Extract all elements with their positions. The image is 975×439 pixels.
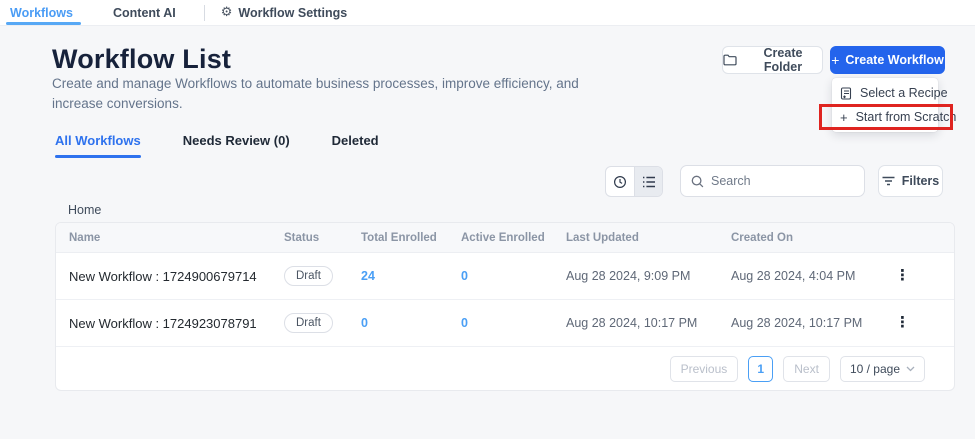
tab-deleted-label: Deleted [332, 133, 379, 148]
topnav-item-workflows[interactable]: Workflows [8, 0, 75, 25]
created-on-value: Aug 28 2024, 10:17 PM [731, 316, 891, 330]
chevron-down-icon [906, 366, 915, 372]
row-actions-kebab-icon[interactable]: ⋮ [895, 268, 910, 283]
search-box [680, 165, 865, 197]
filters-label: Filters [902, 174, 940, 188]
status-badge: Draft [284, 266, 333, 286]
recipe-icon [840, 87, 852, 100]
folder-icon [723, 54, 737, 66]
pagination: Previous 1 Next 10 / page [56, 347, 954, 390]
filters-button[interactable]: Filters [878, 165, 943, 197]
tab-needs-review[interactable]: Needs Review (0) [183, 133, 290, 158]
page-size-select[interactable]: 10 / page [840, 356, 925, 382]
create-workflow-dropdown: Select a Recipe + Start from Scratch [832, 78, 938, 132]
status-badge: Draft [284, 313, 333, 333]
workflow-name-link[interactable]: New Workflow : 1724900679714 [56, 269, 284, 284]
col-header-created-on: Created On [731, 232, 891, 244]
workflow-name-link[interactable]: New Workflow : 1724923078791 [56, 316, 284, 331]
topnav-workflow-settings-label: Workflow Settings [238, 6, 347, 20]
recent-view-button[interactable] [606, 167, 634, 196]
tab-all-workflows-label: All Workflows [55, 133, 141, 148]
page-description: Create and manage Workflows to automate … [52, 74, 592, 113]
active-enrolled-link[interactable]: 0 [461, 316, 468, 330]
filter-icon [882, 176, 895, 186]
create-workflow-label: Create Workflow [845, 53, 943, 67]
search-icon [691, 175, 704, 188]
table-row: New Workflow : 1724923078791 Draft 0 0 A… [56, 300, 954, 347]
page-size-label: 10 / page [850, 362, 900, 376]
start-from-scratch-label: Start from Scratch [856, 110, 957, 124]
create-folder-button[interactable]: Create Folder [722, 46, 823, 74]
workflow-tabs: All Workflows Needs Review (0) Deleted [55, 133, 379, 158]
last-updated-value: Aug 28 2024, 9:09 PM [566, 269, 731, 283]
col-header-status: Status [284, 232, 361, 244]
total-enrolled-link[interactable]: 0 [361, 316, 368, 330]
plus-icon: + [840, 111, 848, 124]
list-view-button[interactable] [634, 167, 662, 196]
clock-icon [613, 175, 627, 189]
topnav-divider [204, 5, 205, 21]
search-input[interactable] [711, 174, 854, 188]
last-updated-value: Aug 28 2024, 10:17 PM [566, 316, 731, 330]
menu-item-select-a-recipe[interactable]: Select a Recipe [832, 81, 938, 105]
col-header-last-updated: Last Updated [566, 232, 731, 244]
topnav-item-workflow-settings[interactable]: ⚙ Workflow Settings [219, 0, 349, 25]
tab-deleted[interactable]: Deleted [332, 133, 379, 158]
select-a-recipe-label: Select a Recipe [860, 86, 948, 100]
col-header-total-enrolled: Total Enrolled [361, 232, 461, 244]
active-enrolled-link[interactable]: 0 [461, 269, 468, 283]
next-page-button[interactable]: Next [783, 356, 830, 382]
plus-icon: + [831, 53, 839, 67]
topnav-item-content-ai[interactable]: Content AI [111, 0, 178, 25]
total-enrolled-link[interactable]: 24 [361, 269, 375, 283]
workflow-table: Name Status Total Enrolled Active Enroll… [55, 222, 955, 391]
top-nav-bar: Workflows Content AI ⚙ Workflow Settings [0, 0, 975, 26]
col-header-name: Name [56, 232, 284, 244]
table-header-row: Name Status Total Enrolled Active Enroll… [56, 223, 954, 253]
gear-icon: ⚙ [221, 5, 233, 20]
page-number-button[interactable]: 1 [748, 356, 773, 382]
previous-page-button[interactable]: Previous [670, 356, 739, 382]
page-title: Workflow List [52, 44, 231, 75]
menu-item-start-from-scratch[interactable]: + Start from Scratch [832, 105, 938, 129]
tab-all-workflows[interactable]: All Workflows [55, 133, 141, 158]
tab-needs-review-label: Needs Review (0) [183, 133, 290, 148]
create-folder-label: Create Folder [744, 46, 822, 74]
row-actions-kebab-icon[interactable]: ⋮ [895, 315, 910, 330]
list-icon [642, 176, 656, 188]
topnav-workflows-label: Workflows [10, 6, 73, 20]
create-workflow-button[interactable]: + Create Workflow [830, 46, 945, 74]
col-header-active-enrolled: Active Enrolled [461, 232, 566, 244]
table-row: New Workflow : 1724900679714 Draft 24 0 … [56, 253, 954, 300]
view-toggle [605, 166, 663, 197]
breadcrumb[interactable]: Home [68, 203, 101, 217]
topnav-content-ai-label: Content AI [113, 6, 176, 20]
created-on-value: Aug 28 2024, 4:04 PM [731, 269, 891, 283]
